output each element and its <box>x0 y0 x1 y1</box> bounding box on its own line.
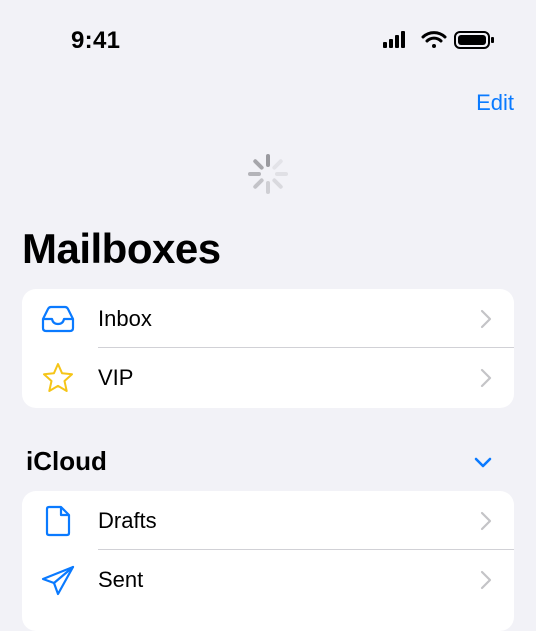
wifi-icon <box>421 31 447 48</box>
chevron-right-icon <box>480 511 492 531</box>
edit-button[interactable]: Edit <box>476 90 514 116</box>
battery-icon <box>454 31 494 49</box>
mailbox-label: Drafts <box>98 508 157 533</box>
mailbox-label: Inbox <box>98 306 152 331</box>
chevron-right-icon <box>480 570 492 590</box>
mailbox-row-vip[interactable]: VIP <box>22 348 514 407</box>
inbox-tray-icon <box>41 305 75 333</box>
mailbox-label: Sent <box>98 567 144 592</box>
chevron-right-icon <box>480 309 492 329</box>
cellular-signal-icon <box>383 31 405 48</box>
paper-plane-icon <box>41 565 75 596</box>
document-icon <box>45 505 71 537</box>
icloud-mailboxes-list: Drafts Sent <box>22 491 514 631</box>
chevron-right-icon <box>480 368 492 388</box>
account-section-header[interactable]: iCloud <box>26 446 107 477</box>
page-title: Mailboxes <box>22 225 221 272</box>
mailbox-label: VIP <box>98 365 134 390</box>
mailbox-row-drafts[interactable]: Drafts <box>22 491 514 550</box>
chevron-down-icon[interactable] <box>473 456 493 470</box>
status-time: 9:41 <box>71 27 121 54</box>
loading-spinner-icon <box>248 154 288 194</box>
mailboxes-list: Inbox VIP <box>22 289 514 408</box>
star-icon <box>43 363 73 392</box>
status-icons <box>383 31 494 49</box>
status-bar: 9:41 <box>0 0 536 80</box>
mailbox-row-inbox[interactable]: Inbox <box>22 289 514 348</box>
